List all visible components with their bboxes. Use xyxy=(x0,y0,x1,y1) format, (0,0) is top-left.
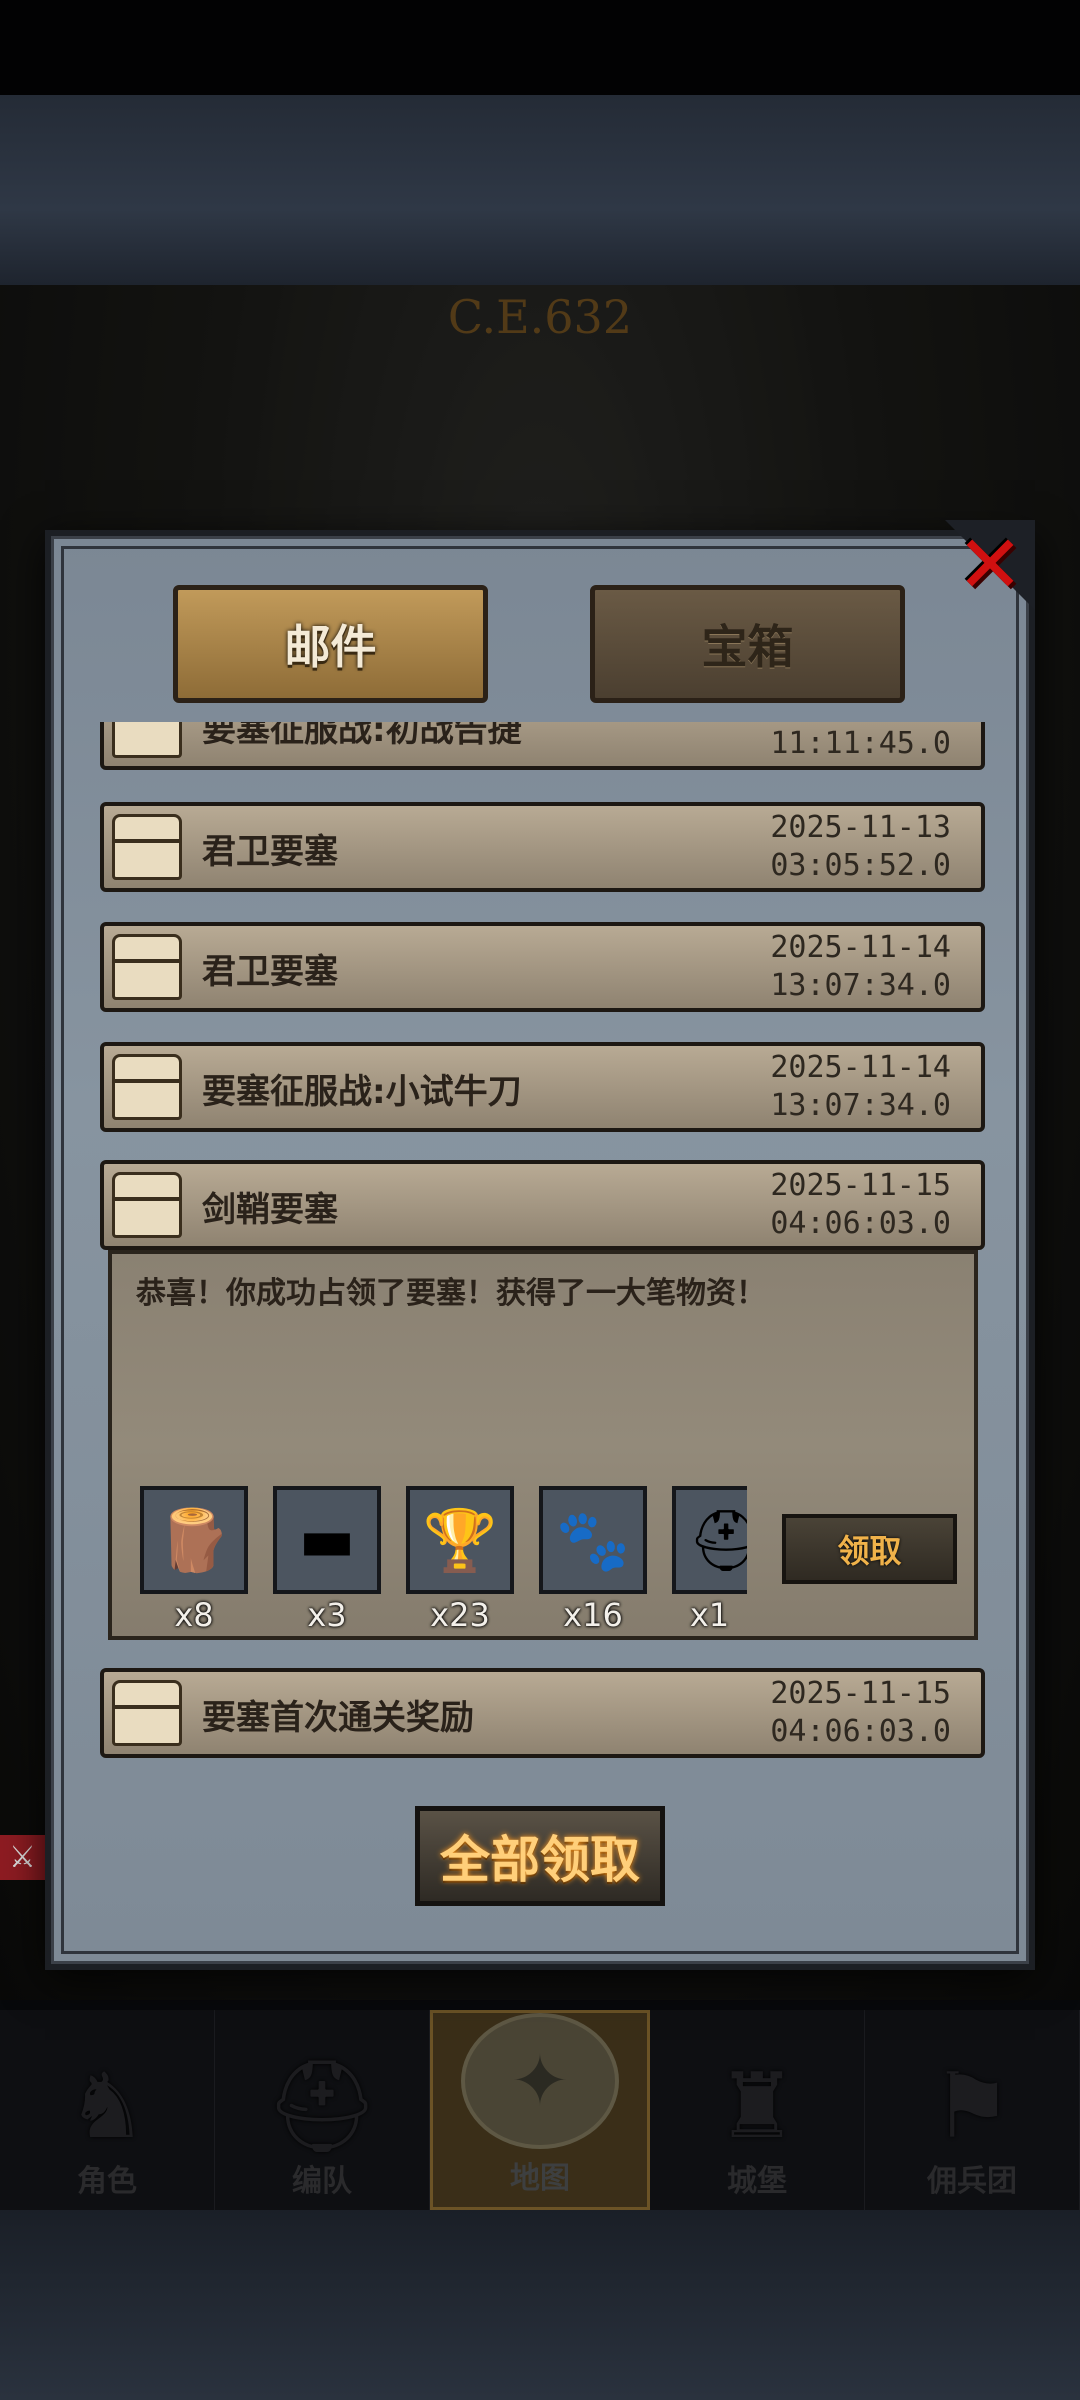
chest-icon xyxy=(112,1054,182,1120)
mail-detail: 恭喜！你成功占领了要塞！获得了一大笔物资！ 🪵 x8 ▬ x3 🏆 x23 🐾 … xyxy=(108,1250,978,1640)
flag-icon: ⚑ xyxy=(931,2054,1013,2159)
reward-item[interactable]: 🪵 x8 xyxy=(140,1486,248,1634)
mail-row-expanded[interactable]: 剑鞘要塞 2025-11-15 04:06:03.0 xyxy=(100,1160,985,1250)
mail-title: 剑鞘要塞 xyxy=(202,1190,338,1230)
mail-list[interactable]: 要塞征服战:初战告捷 11:11:45.0 君卫要塞 2025-11-13 03… xyxy=(100,722,985,1772)
mail-title: 要塞征服战:初战告捷 xyxy=(202,722,522,750)
fur-pelt-icon: 🐾 xyxy=(539,1486,647,1594)
gold-helmet-icon: ⛑ xyxy=(672,1486,747,1594)
mail-title: 君卫要塞 xyxy=(202,952,338,992)
mail-time: 03:05:52.0 xyxy=(770,848,951,883)
chest-icon xyxy=(112,934,182,1000)
mail-date: 2025-11-13 xyxy=(770,810,951,845)
helmet-icon: ⛑ xyxy=(264,2054,380,2159)
nav-label: 编队 xyxy=(292,2164,352,2199)
mail-message: 恭喜！你成功占领了要塞！获得了一大笔物资！ xyxy=(136,1276,766,1311)
reward-item[interactable]: ⛑ x1 xyxy=(672,1486,747,1634)
mail-date: 2025-11-15 xyxy=(770,1676,951,1711)
mail-title: 君卫要塞 xyxy=(202,832,338,872)
mail-row[interactable]: 君卫要塞 2025-11-14 13:07:34.0 xyxy=(100,922,985,1012)
close-icon: ✕ xyxy=(956,518,1024,611)
nav-item-mercenary[interactable]: ⚑ 佣兵团 xyxy=(865,2010,1080,2210)
nav-item-formation[interactable]: ⛑ 编队 xyxy=(215,2010,430,2210)
mail-row[interactable]: 要塞征服战:小试牛刀 2025-11-14 13:07:34.0 xyxy=(100,1042,985,1132)
tab-mail[interactable]: 邮件 xyxy=(173,585,488,703)
claim-all-button[interactable]: 全部领取 xyxy=(415,1806,665,1906)
knight-icon: ♞ xyxy=(66,2054,148,2159)
close-button[interactable]: ✕ xyxy=(945,520,1035,610)
mail-date: 2025-11-15 xyxy=(770,1168,951,1203)
mail-time: 13:07:34.0 xyxy=(770,1088,951,1123)
castle-icon: ♜ xyxy=(716,2054,798,2159)
reward-qty: x3 xyxy=(307,1596,347,1634)
reward-qty: x1 xyxy=(689,1596,730,1634)
mail-title: 要塞征服战:小试牛刀 xyxy=(202,1072,522,1112)
wood-log-icon: 🪵 xyxy=(140,1486,248,1594)
chest-icon xyxy=(112,1680,182,1746)
mail-time: 13:07:34.0 xyxy=(770,968,951,1003)
iron-ingot-icon: ▬ xyxy=(273,1486,381,1594)
reward-item[interactable]: ▬ x3 xyxy=(273,1486,381,1634)
compass-icon: ✦ xyxy=(461,2013,619,2149)
mail-row[interactable]: 要塞首次通关奖励 2025-11-15 04:06:03.0 xyxy=(100,1668,985,1758)
mail-time: 04:06:03.0 xyxy=(770,1206,951,1241)
nav-item-map[interactable]: ✦ 地图 xyxy=(430,2010,650,2210)
status-bar xyxy=(0,0,1080,95)
nav-label: 地图 xyxy=(510,2161,570,2196)
mail-row[interactable]: 要塞征服战:初战告捷 11:11:45.0 xyxy=(100,722,985,770)
claim-button[interactable]: 领取 xyxy=(782,1514,957,1584)
nav-label: 佣兵团 xyxy=(927,2164,1017,2199)
nav-label: 城堡 xyxy=(727,2164,787,2199)
mail-row[interactable]: 君卫要塞 2025-11-13 03:05:52.0 xyxy=(100,802,985,892)
mail-date: 2025-11-14 xyxy=(770,930,951,965)
reward-qty: x16 xyxy=(563,1596,623,1634)
bottom-nav: ♞ 角色 ⛑ 编队 ✦ 地图 ♜ 城堡 ⚑ 佣兵团 xyxy=(0,2010,1080,2210)
reward-qty: x23 xyxy=(430,1596,490,1634)
crossed-swords-icon[interactable]: ⚔ xyxy=(0,1835,45,1880)
mail-title: 要塞首次通关奖励 xyxy=(202,1698,474,1738)
goblet-icon: 🏆 xyxy=(406,1486,514,1594)
nav-label: 角色 xyxy=(77,2164,137,2199)
mail-time: 04:06:03.0 xyxy=(770,1714,951,1749)
mail-date: 2025-11-14 xyxy=(770,1050,951,1085)
reward-item[interactable]: 🐾 x16 xyxy=(539,1486,647,1634)
reward-qty: x8 xyxy=(174,1596,214,1634)
reward-item[interactable]: 🏆 x23 xyxy=(406,1486,514,1634)
tab-chest[interactable]: 宝箱 xyxy=(590,585,905,703)
chest-icon xyxy=(112,814,182,880)
top-banner xyxy=(0,95,1080,285)
chest-icon xyxy=(112,1172,182,1238)
mail-time: 11:11:45.0 xyxy=(770,726,951,761)
nav-item-castle[interactable]: ♜ 城堡 xyxy=(650,2010,865,2210)
chest-icon xyxy=(112,722,182,758)
nav-item-character[interactable]: ♞ 角色 xyxy=(0,2010,215,2210)
bottom-area xyxy=(0,2210,1080,2400)
